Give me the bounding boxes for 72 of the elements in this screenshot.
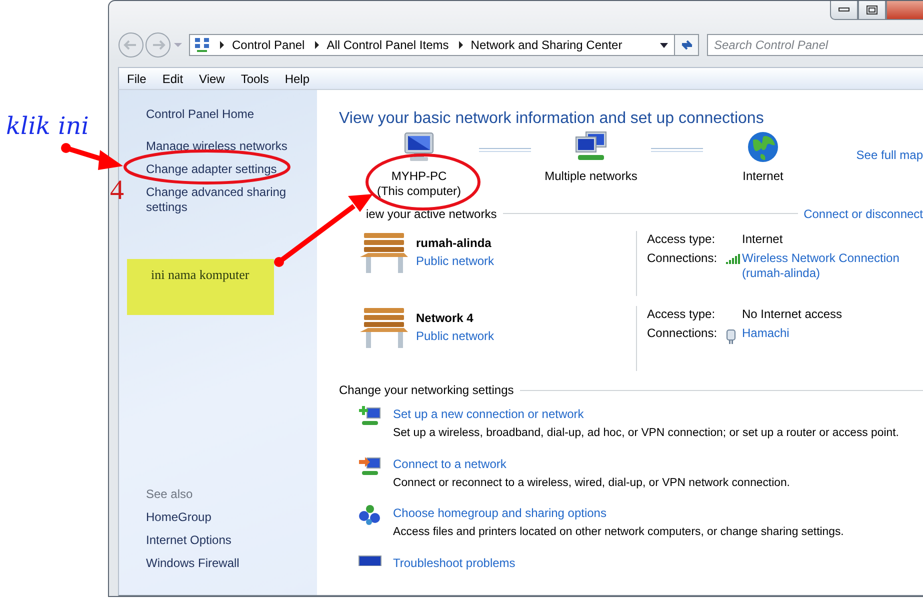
task-link[interactable]: Choose homegroup and sharing options bbox=[393, 504, 844, 524]
connect-network-icon bbox=[358, 454, 382, 477]
connections-label: Connections: bbox=[647, 326, 718, 342]
map-node-label: Multiple networks bbox=[544, 169, 638, 184]
access-type-value: No Internet access bbox=[741, 307, 842, 322]
sidebar-link[interactable]: Change adapter settings bbox=[146, 162, 296, 177]
connect-disconnect-link[interactable]: Connect or disconnect bbox=[804, 206, 923, 221]
network-category-link[interactable]: Public network bbox=[416, 327, 494, 345]
menu-item[interactable]: File bbox=[119, 72, 154, 86]
minimize-icon bbox=[838, 7, 850, 13]
connections-label: Connections: bbox=[647, 251, 718, 267]
breadcrumb-arrow-icon bbox=[314, 41, 319, 49]
maximize-button[interactable] bbox=[858, 1, 886, 20]
step-number: 4 bbox=[110, 176, 124, 206]
breadcrumb[interactable]: Network and Sharing Center bbox=[470, 38, 622, 52]
section-heading: Change your networking settings bbox=[339, 383, 514, 398]
menu-item[interactable]: View bbox=[191, 72, 233, 86]
breadcrumb-arrow-icon bbox=[220, 41, 224, 49]
see-full-map-link[interactable]: See full map bbox=[856, 148, 923, 162]
troubleshoot-icon bbox=[358, 554, 382, 566]
see-also-label: See also bbox=[146, 486, 194, 503]
connection-link[interactable]: Hamachi bbox=[742, 326, 842, 344]
access-type-label: Access type: bbox=[647, 232, 716, 247]
refresh-icon bbox=[680, 38, 694, 52]
task-link[interactable]: Troubleshoot problems bbox=[393, 554, 516, 573]
maximize-icon bbox=[866, 5, 878, 15]
globe-icon bbox=[747, 131, 779, 163]
dropdown-arrow-icon[interactable] bbox=[660, 42, 668, 48]
search-field[interactable]: Search Control Panel bbox=[707, 34, 923, 56]
sidebar-link[interactable]: Manage wireless networks bbox=[146, 139, 296, 154]
access-type-value: Internet bbox=[741, 232, 784, 247]
sidebar-link[interactable]: HomeGroup bbox=[146, 506, 317, 529]
map-node-label: Internet bbox=[742, 169, 784, 184]
map-node-sublabel: (This computer) bbox=[376, 184, 462, 199]
breadcrumb[interactable]: All Control Panel Items bbox=[326, 38, 449, 52]
annotation-label: klik ini bbox=[6, 112, 89, 140]
task-description: Connect or reconnect to a wireless, wired, dial-up, or VPN network connection. bbox=[393, 476, 790, 491]
new-connection-icon bbox=[358, 405, 382, 428]
page-title: View your basic network information and set up connections bbox=[339, 109, 765, 129]
menu-item[interactable]: Help bbox=[276, 72, 318, 86]
sidebar-link[interactable]: Internet Options bbox=[146, 529, 317, 552]
signal-bars-icon bbox=[726, 254, 740, 264]
sidebar-link[interactable]: Windows Firewall bbox=[146, 552, 317, 575]
control-panel-icon bbox=[194, 37, 210, 53]
breadcrumb-arrow-icon bbox=[458, 41, 463, 49]
network-adapter-icon bbox=[726, 329, 736, 344]
networked-computers-icon bbox=[574, 131, 608, 163]
note-text: ini nama komputer bbox=[151, 267, 250, 283]
network-name: Network 4 bbox=[416, 310, 474, 327]
breadcrumb[interactable]: Control Panel bbox=[232, 38, 305, 52]
network-category-link[interactable]: Public network bbox=[416, 252, 494, 270]
menu-item[interactable]: Tools bbox=[232, 72, 277, 86]
menu-item[interactable]: Edit bbox=[154, 72, 192, 86]
map-node-label: MYHP-PC bbox=[391, 169, 447, 184]
access-type-label: Access type: bbox=[647, 307, 716, 322]
address-bar[interactable]: Control Panel All Control Panel Items Network and Sharing Center bbox=[189, 34, 675, 56]
bench-icon bbox=[358, 231, 410, 275]
sidebar-link[interactable]: Change advanced sharing settings bbox=[146, 185, 296, 215]
task-description: Access files and printers located on other network computers, or change sharing settings. bbox=[393, 525, 844, 540]
computer-icon bbox=[402, 131, 436, 163]
annotation-arrow bbox=[61, 143, 123, 170]
sidebar-link[interactable]: Control Panel Home bbox=[146, 103, 317, 126]
task-link[interactable]: Set up a new connection or network bbox=[393, 405, 899, 424]
refresh-button[interactable] bbox=[675, 34, 699, 56]
section-heading: iew your active networks bbox=[365, 206, 497, 221]
homegroup-icon bbox=[358, 504, 382, 526]
task-description: Set up a wireless, broadband, dial-up, ad hoc, or VPN connection; or set up a router or access point. bbox=[393, 426, 899, 442]
network-name: rumah-alinda bbox=[416, 235, 492, 252]
minimize-button[interactable] bbox=[830, 1, 858, 20]
connection-link[interactable]: Wireless Network Connection (rumah-alinda) bbox=[742, 251, 907, 281]
task-link[interactable]: Connect to a network bbox=[393, 454, 790, 474]
bench-icon bbox=[358, 306, 410, 350]
